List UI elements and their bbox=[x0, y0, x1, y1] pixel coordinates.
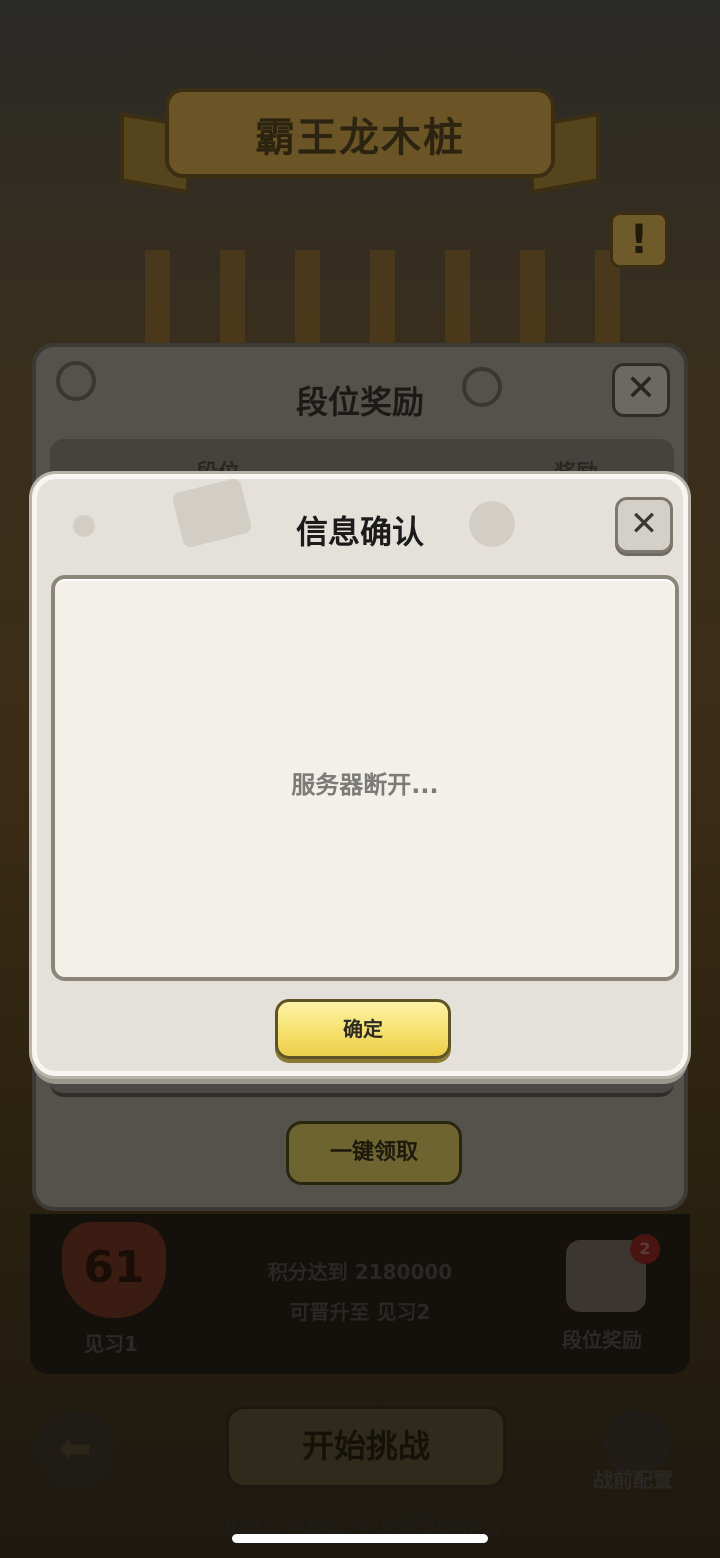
rank-name: 见习1 bbox=[84, 1332, 138, 1356]
dialog-title: 信息确认 bbox=[295, 513, 424, 551]
start-challenge-button[interactable]: 开始挑战 bbox=[226, 1406, 506, 1488]
info-icon[interactable]: ! bbox=[610, 212, 668, 268]
dialog-message: 服务器断开... bbox=[291, 771, 439, 799]
pre-battle-config-label[interactable]: 战前配置 bbox=[593, 1464, 673, 1493]
rank-reward-label[interactable]: 段位奖励 bbox=[562, 1324, 642, 1353]
claim-all-button[interactable]: 一键领取 bbox=[286, 1121, 462, 1185]
home-indicator[interactable] bbox=[232, 1534, 488, 1543]
info-confirm-dialog: 信息确认 ✕ 服务器断开... 确定 bbox=[32, 474, 688, 1076]
dialog-message-box: 服务器断开... bbox=[51, 575, 679, 981]
confirm-button[interactable]: 确定 bbox=[275, 999, 451, 1059]
reward-count-badge: 2 bbox=[630, 1234, 660, 1264]
back-arrow-icon[interactable]: ⬅ bbox=[34, 1410, 116, 1492]
banner-title: 霸王龙木桩 bbox=[255, 115, 465, 161]
close-icon[interactable]: ✕ bbox=[615, 497, 673, 553]
rank-panel-title: 段位奖励 bbox=[295, 383, 424, 421]
rank-panel-close-icon[interactable]: ✕ bbox=[612, 363, 670, 417]
